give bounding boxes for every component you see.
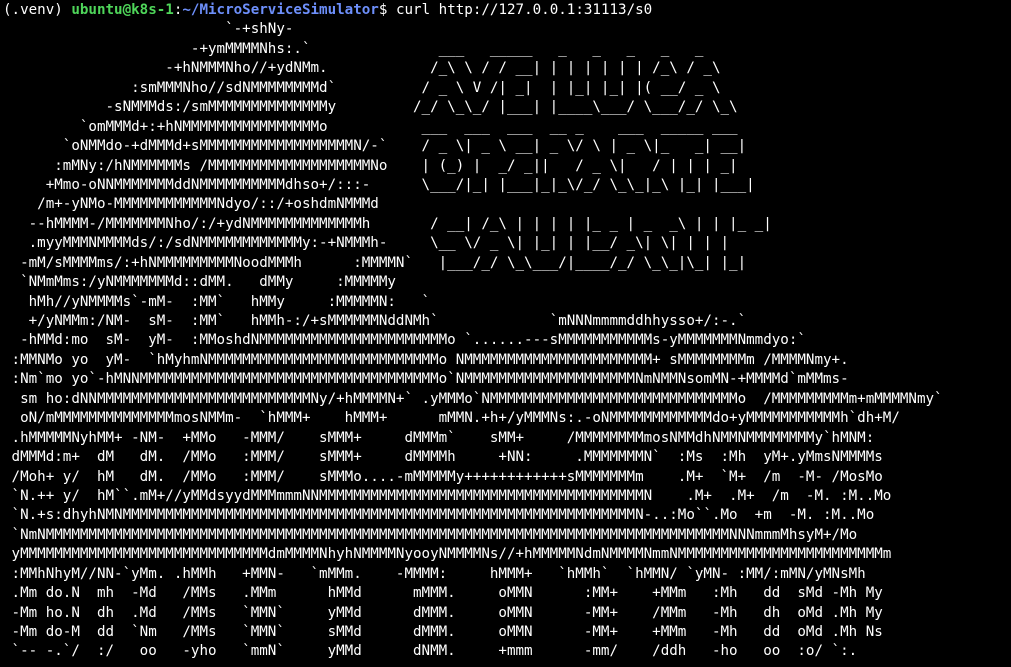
output-line: -Mm do-M dd `Nm /MMs `MMN` sMMd dMMM. oM… (3, 624, 883, 640)
output-line: `NmNMMMMMMMMMMMMMMMMMMMMMMMMMMMMMMMMMMMM… (3, 526, 858, 543)
output-line: :MMNMo yo yM- `hMyhmNMMMMMMMMMMMMMMMMMMM… (3, 351, 849, 368)
output-line: dMMMd:m+ dM dM. /MMo :MMM/ sMMM+ dMMMMh … (3, 449, 883, 466)
ascii-art-output: `-+shNy- -+ymMMMMNhs:.` ___ _____ _ _ _ … (3, 20, 1011, 661)
user-host: ubuntu@k8s-1 (71, 2, 174, 18)
output-line: `-- -.`/ :/ oo -yho `mmN` yMMd dNMM. +mm… (3, 643, 858, 660)
output-line: `oNMMdo-+dMMMd+sMMMMMMMMMMMMMMMMMMN/-` /… (3, 138, 747, 155)
output-line: -Mm ho.N dh .Md /MMs `MMN` yMMd dMMM. oM… (3, 604, 883, 621)
venv-indicator: (.venv) (3, 2, 72, 18)
output-line: .myyMMMNMMMMds/:/sdNMMMMMMMMMMMMy:-+NMMM… (3, 235, 730, 252)
output-line: :mMNy:/hNMMMMMMs /MMMMMMMMMMMMMMMMMMMNo … (3, 157, 738, 174)
output-line: +/yNMMm:/NM- sM- :MM` hMMh-:/+sMMMMMMNdd… (3, 313, 747, 329)
output-line: :Nm`mo yo`-hMNNMMMMMMMMMMMMMMMMMMMMMMMMM… (3, 371, 849, 388)
output-line: -+ymMMMMNhs:.` ___ _____ _ _ _ _ _ (3, 40, 704, 57)
output-line: `N.+s:dhyhNMNMMMMMMMMMMMMMMMMMMMMMMMMMMM… (3, 507, 875, 524)
output-line: -mM/sMMMMms/:+hNMMMMMMMMMNoodMMMh :MMMMN… (3, 254, 747, 271)
prompt-dollar: $ (378, 2, 396, 18)
command-text: curl http://127.0.0.1:31113/s0 (395, 2, 653, 18)
output-line: -hMMd:mo sM- yM- :MMoshdNMMMMMMMMMMMMMMM… (3, 332, 806, 349)
output-line: `N.++ y/ hM``.mM+//yMMdsyydMMMmmmNNMMMMM… (3, 487, 892, 504)
shell-prompt-line: (.venv) ubuntu@k8s-1:~/MicroServiceSimul… (3, 1, 1011, 20)
output-line: +Mmo-oNNMMMMMMMddNMMMMMMMMMMdhso+/:::- \… (3, 176, 755, 193)
terminal-window[interactable]: (.venv) ubuntu@k8s-1:~/MicroServiceSimul… (0, 0, 1011, 667)
output-line: `omMMMd+:+hNMMMMMMMMMMMMMMMMo ___ ___ __… (3, 118, 738, 135)
output-line: .Mm do.N mh -Md /MMs .MMm hMMd mMMM. oMM… (3, 585, 883, 602)
output-line: :MMhNhyM//NN-`yMm. .hMMh +MMN- `mMMm. -M… (3, 565, 866, 582)
output-line: :smMMMNho//sdNMMMMMMMMd` / _ \ V /| _| |… (3, 79, 721, 96)
output-line: /m+-yNMo-MMMMMMMMMMMMNdyo/::/+oshdmNMMMd (3, 196, 379, 213)
output-line: yMMMMMMMMMMMMMMMMMMMMMMMMMMMMMdmMMMMNhyh… (3, 546, 892, 563)
output-line: `NMmMms:/yNMMMMMMMd::dMM. dMMy :MMMMMy (3, 274, 396, 291)
output-line: -+hNMMMNho//+ydNMm. /_\ \ / / __| | | | … (3, 60, 721, 77)
current-path: ~/MicroServiceSimulator (182, 2, 379, 18)
output-line: --hMMMM-/MMMMMMMNho/:/+ydNMMMMMMMMMMMMMh… (3, 215, 772, 232)
output-line: oN/mMMMMMMMMMMMMMMmosNMMm- `hMMM+ hMMM+ … (3, 410, 900, 427)
output-line: `-+shNy- (3, 21, 294, 38)
output-line: .hMMMMMNyhMM+ -NM- +MMo -MMM/ sMMM+ dMMM… (3, 429, 875, 446)
output-line: hMh//yNMMMMs`-mM- :MM` hMMy :MMMMMN: ` (3, 293, 431, 310)
output-line: /Moh+ y/ hM dM. /MMo :MMM/ sMMMo....-mMM… (3, 468, 883, 485)
output-line: sm ho:dNNMMMMMMMMMMMMMMMMMMMMMMMMMNy/+hM… (3, 390, 943, 407)
output-line: -sNMMMds:/smMMMMMMMMMMMMMMy /_/ \_\_/ |_… (3, 99, 738, 116)
